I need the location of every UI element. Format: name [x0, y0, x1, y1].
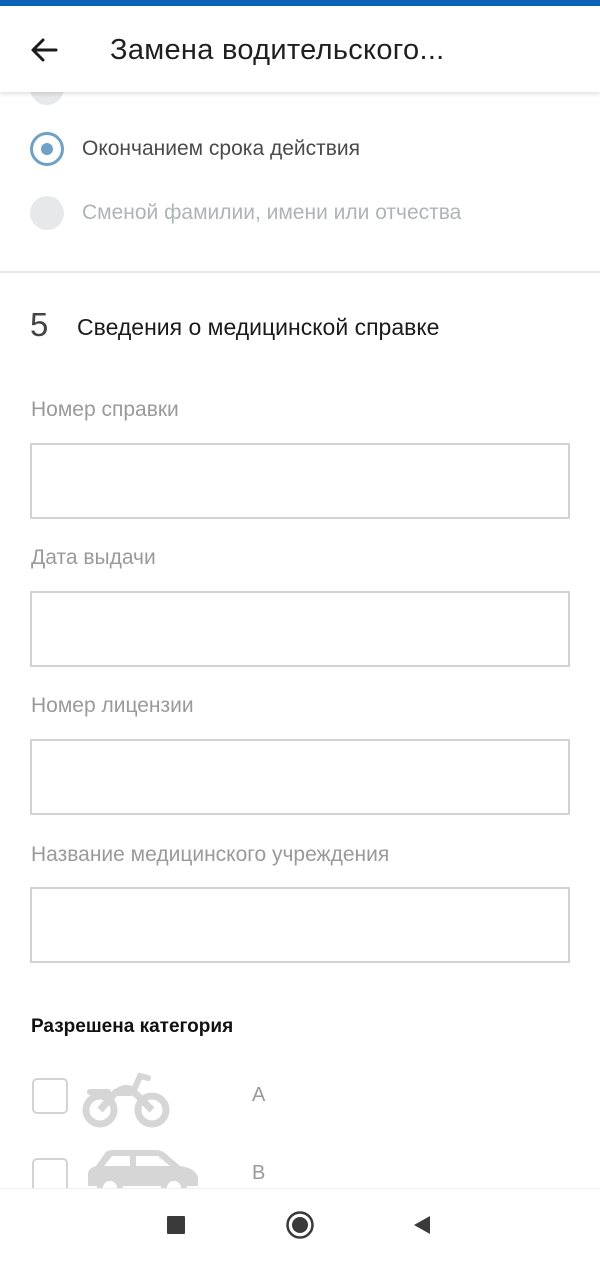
triangle-back-icon — [414, 1216, 430, 1234]
section-number: 5 — [30, 306, 49, 343]
radio-button-checked[interactable] — [30, 132, 64, 166]
institution-name-label: Название медицинского учреждения — [31, 843, 390, 866]
category-a-label: A — [252, 1084, 266, 1106]
category-heading: Разрешена категория — [31, 1016, 234, 1037]
system-nav-bar — [0, 1188, 600, 1261]
form-content[interactable]: Окончанием срока действия Сменой фамилии… — [0, 92, 600, 1188]
radio-button[interactable] — [30, 196, 64, 230]
app-bar: Замена водительского... — [0, 6, 600, 92]
recents-button[interactable] — [158, 1207, 194, 1243]
license-number-input[interactable] — [30, 739, 570, 815]
motorcycle-icon — [82, 1072, 170, 1128]
certificate-number-input[interactable] — [30, 443, 570, 519]
divider — [0, 271, 600, 273]
category-b-checkbox[interactable] — [32, 1158, 68, 1188]
license-number-label: Номер лицензии — [31, 694, 194, 717]
home-button[interactable] — [282, 1207, 318, 1243]
issue-date-label: Дата выдачи — [31, 546, 156, 569]
reason-option-expiry[interactable]: Окончанием срока действия — [30, 129, 360, 169]
radio-button[interactable] — [30, 92, 64, 105]
category-b-label: B — [252, 1162, 266, 1184]
issue-date-input[interactable] — [30, 591, 570, 667]
section-title: Сведения о медицинской справке — [77, 314, 440, 340]
institution-name-input[interactable] — [30, 887, 570, 963]
square-icon — [167, 1216, 185, 1234]
arrow-back-icon — [31, 38, 58, 62]
car-icon — [88, 1150, 198, 1188]
radio-label: Окончанием срока действия — [82, 137, 360, 160]
back-nav-button[interactable] — [404, 1207, 440, 1243]
certificate-number-label: Номер справки — [31, 398, 179, 421]
home-circle-icon — [286, 1211, 314, 1239]
radio-label: Сменой фамилии, имени или отчества — [82, 201, 462, 224]
page-title: Замена водительского... — [110, 34, 445, 66]
category-a-checkbox[interactable] — [32, 1078, 68, 1114]
back-button[interactable] — [22, 28, 66, 72]
reason-option-name-change[interactable]: Сменой фамилии, имени или отчества — [30, 193, 461, 233]
reason-option-hidden[interactable] — [30, 92, 82, 108]
